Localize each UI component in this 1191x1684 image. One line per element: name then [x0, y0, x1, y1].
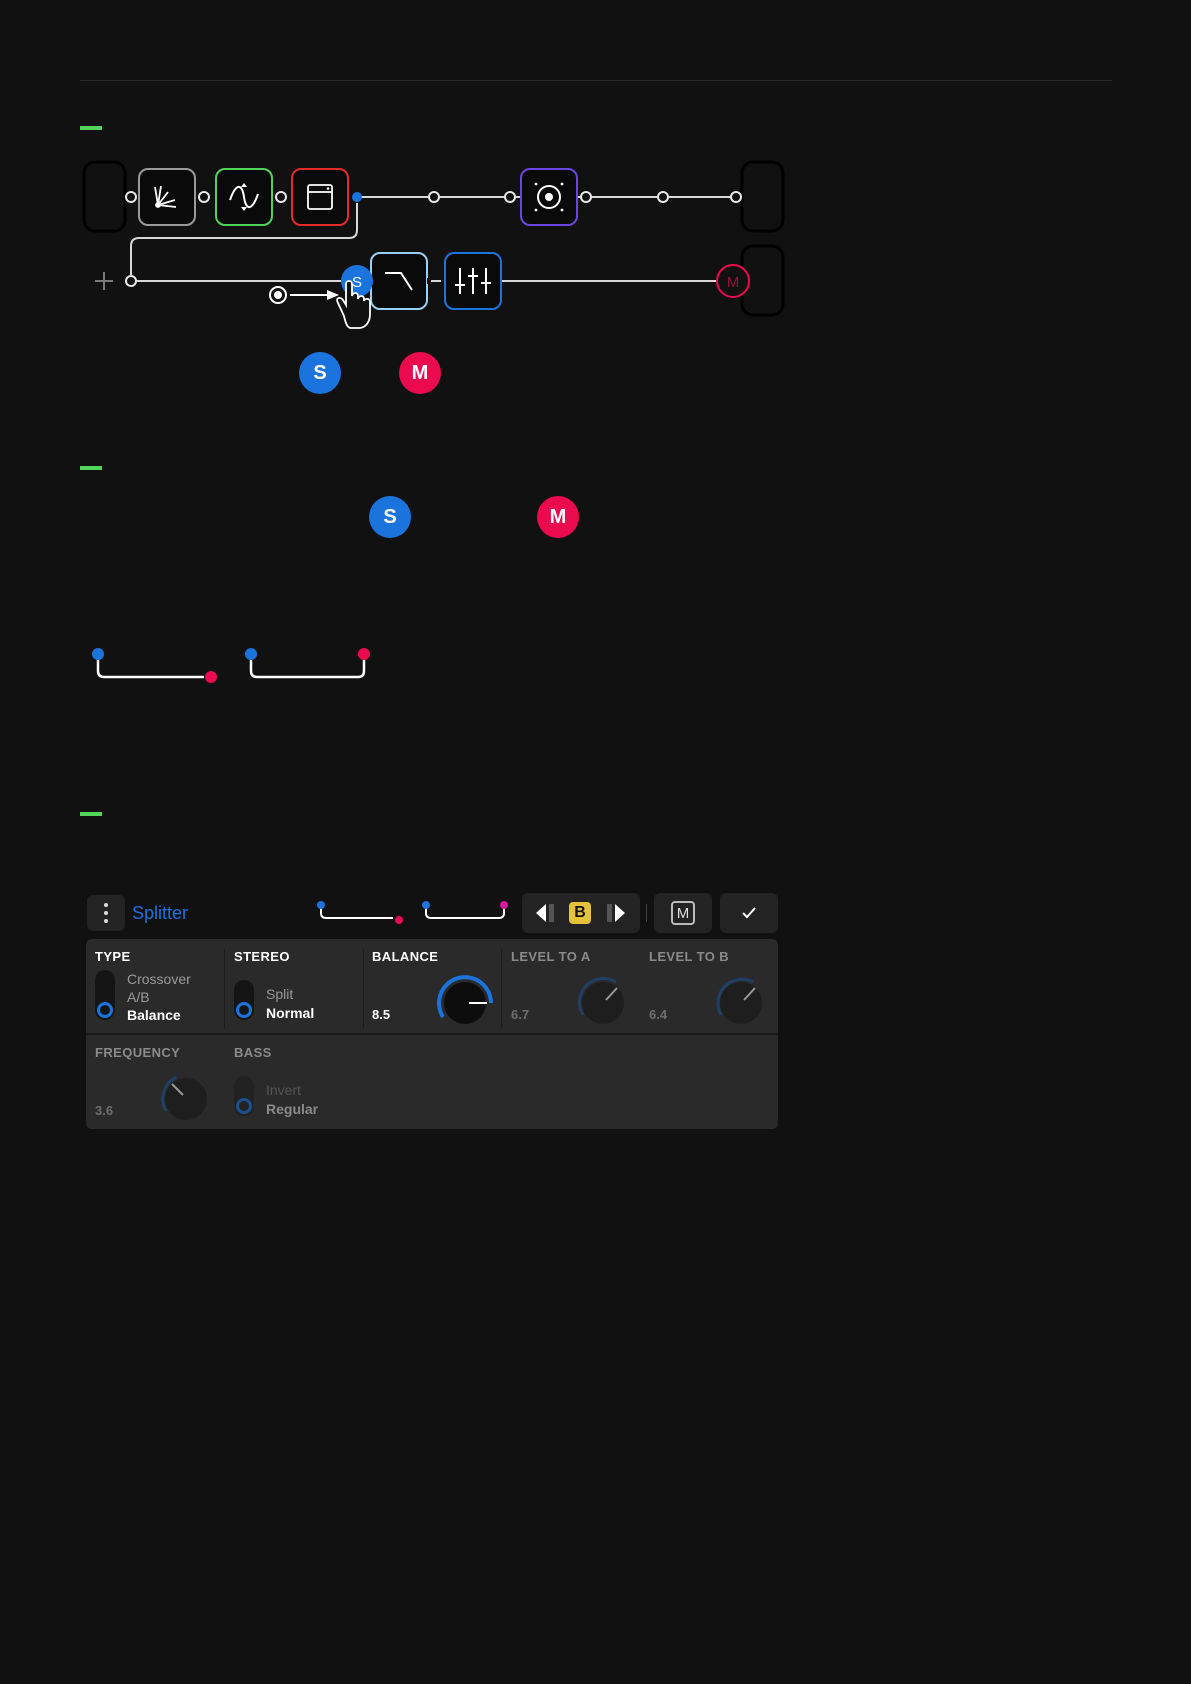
- section-accent-2: [80, 466, 102, 470]
- check-icon: [742, 907, 756, 919]
- node[interactable]: [730, 191, 742, 203]
- balance-label: BALANCE: [372, 949, 439, 964]
- mixer-button-label: M: [671, 901, 695, 925]
- node[interactable]: [657, 191, 669, 203]
- splitter-circle: S: [369, 496, 411, 538]
- bass-option-invert[interactable]: Invert: [266, 1081, 301, 1099]
- col-divider: [501, 949, 502, 1029]
- level-a-value: 6.7: [511, 1007, 530, 1022]
- level-a-knob[interactable]: [571, 973, 635, 1027]
- block-filter[interactable]: [370, 252, 428, 310]
- params-row-divider: [86, 1033, 778, 1035]
- section-accent-1: [80, 126, 102, 130]
- plus-icon[interactable]: [95, 272, 113, 290]
- level-b-knob[interactable]: [709, 973, 773, 1027]
- splitter-legend-label: S: [313, 361, 327, 384]
- splitter-type-icons: [92, 648, 370, 683]
- mixer-node-label: M: [727, 274, 740, 291]
- block-drive[interactable]: [138, 168, 196, 226]
- type-option-ab[interactable]: A/B: [127, 988, 150, 1006]
- panel-title: Splitter: [132, 903, 189, 923]
- type-option-crossover[interactable]: Crossover: [127, 970, 191, 988]
- node[interactable]: [198, 191, 210, 203]
- type-label: TYPE: [95, 949, 131, 964]
- top-divider: [80, 80, 1112, 81]
- ab-toggle[interactable]: B: [522, 893, 640, 933]
- type-option-balance[interactable]: Balance: [127, 1006, 181, 1024]
- splitter-node-label: S: [352, 274, 362, 291]
- balance-value: 8.5: [372, 1007, 391, 1022]
- mixer-button[interactable]: M: [654, 893, 712, 933]
- output-slot-top[interactable]: [740, 160, 785, 233]
- bass-option-regular[interactable]: Regular: [266, 1100, 318, 1118]
- node[interactable]: [125, 275, 137, 287]
- previous-icon[interactable]: [534, 902, 558, 924]
- col-divider: [224, 949, 225, 1029]
- signal-chain-diagram: M S: [82, 160, 785, 329]
- split-type-option-a[interactable]: [317, 901, 403, 924]
- stereo-option-split[interactable]: Split: [266, 985, 293, 1003]
- more-options-button[interactable]: [87, 895, 125, 931]
- next-icon[interactable]: [605, 902, 629, 924]
- toolbar-separator: [646, 904, 647, 922]
- node[interactable]: [125, 191, 137, 203]
- split-type-icon-a: [92, 648, 217, 683]
- split-type-icon-b: [245, 648, 370, 679]
- level-a-label: LEVEL TO A: [511, 949, 591, 964]
- stereo-label: STEREO: [234, 949, 290, 964]
- split-type-selector[interactable]: [310, 898, 510, 928]
- section-accent-3: [80, 812, 102, 816]
- bass-label: BASS: [234, 1045, 272, 1060]
- splitter-legend-circle: S: [299, 352, 341, 394]
- node[interactable]: [504, 191, 516, 203]
- level-b-value: 6.4: [649, 1007, 668, 1022]
- mixer-legend-circle: M: [399, 352, 441, 394]
- level-b-label: LEVEL TO B: [649, 949, 730, 964]
- frequency-label: FREQUENCY: [95, 1045, 181, 1060]
- splitter-circle-label: S: [383, 505, 397, 528]
- frequency-value: 3.6: [95, 1103, 114, 1118]
- input-slot[interactable]: [82, 160, 127, 233]
- node[interactable]: [428, 191, 440, 203]
- stereo-option-normal[interactable]: Normal: [266, 1004, 314, 1022]
- mixer-circle: M: [537, 496, 579, 538]
- stereo-switch[interactable]: [234, 980, 254, 1020]
- mixer-circle-label: M: [549, 505, 567, 528]
- frequency-knob[interactable]: [154, 1069, 218, 1123]
- eq-sliders-icon: [455, 268, 491, 294]
- bass-switch[interactable]: [234, 1076, 254, 1116]
- type-switch[interactable]: [95, 970, 115, 1020]
- split-type-option-b[interactable]: [422, 901, 508, 919]
- ab-indicator: B: [569, 902, 591, 924]
- split-point-node[interactable]: [352, 192, 362, 202]
- col-divider: [363, 949, 364, 1029]
- node[interactable]: [275, 191, 287, 203]
- confirm-button[interactable]: [720, 893, 778, 933]
- node[interactable]: [580, 191, 592, 203]
- block-amp[interactable]: [291, 168, 349, 226]
- balance-knob[interactable]: [433, 973, 497, 1027]
- mixer-legend-label: M: [411, 361, 429, 384]
